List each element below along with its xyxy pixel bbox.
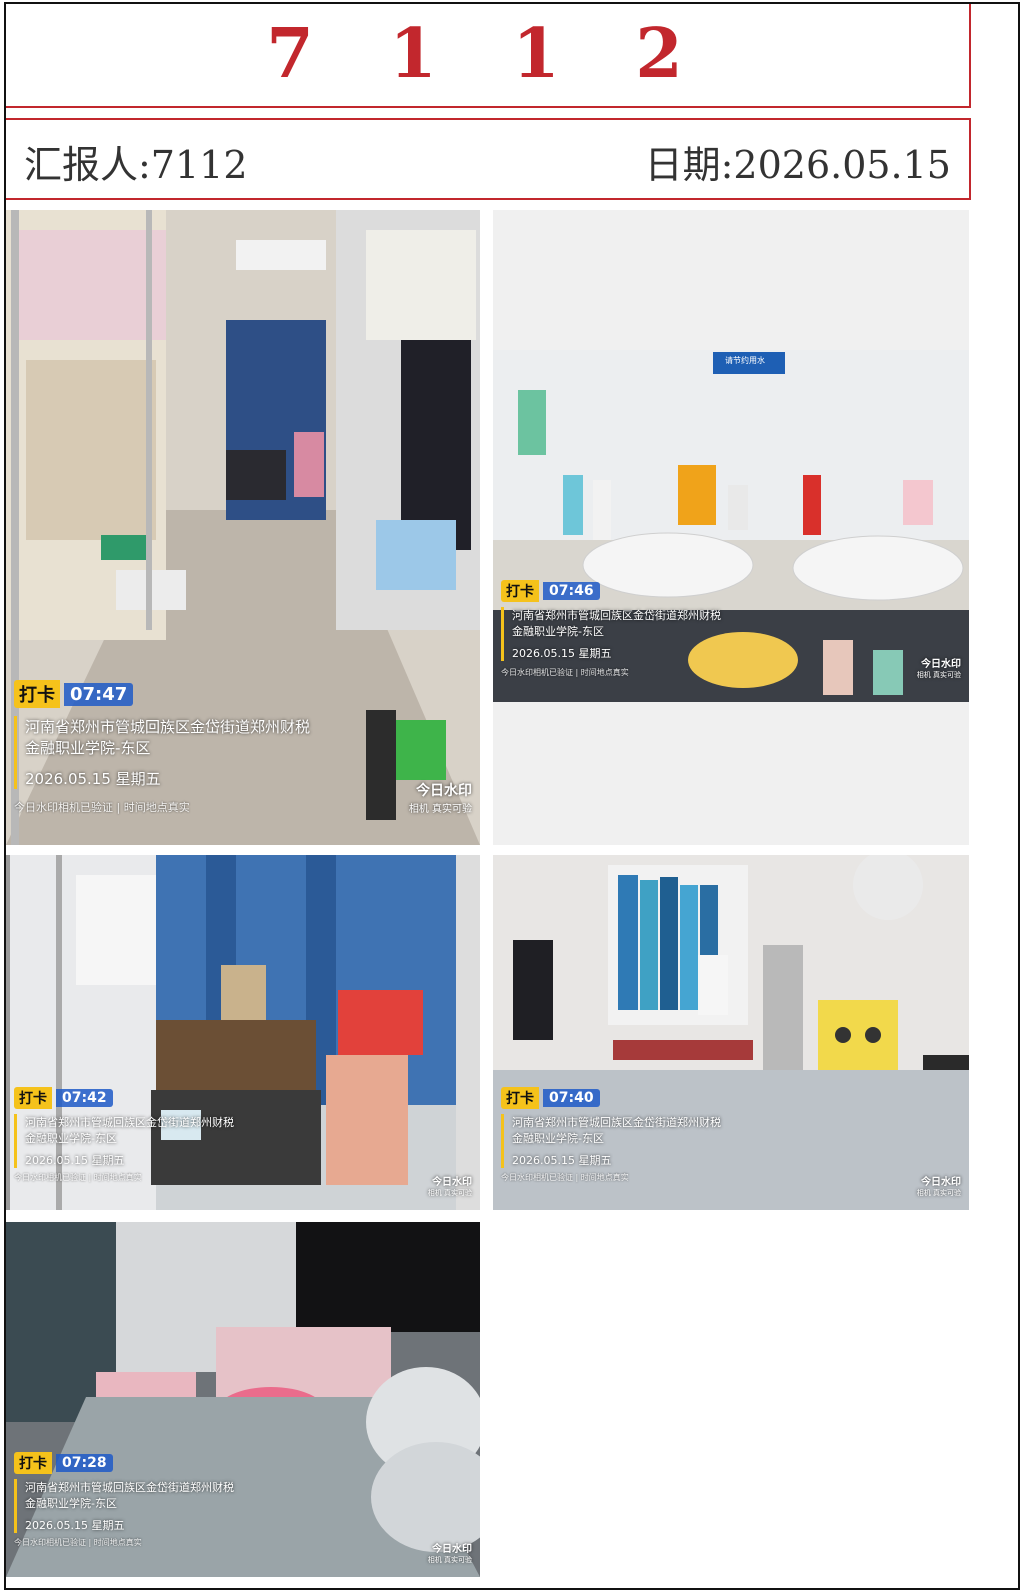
- checkin-address: 河南省郑州市管城回族区金岱街道郑州财税: [25, 1116, 234, 1129]
- photo-dorm-hallway: 打卡 07:47 河南省郑州市管城回族区金岱街道郑州财税 金融职业学院-东区 20…: [6, 210, 480, 845]
- brand-sub: 相机 真实可验: [427, 1189, 472, 1197]
- verify-note: 今日水印相机已验证 | 时间地点真实: [501, 1173, 629, 1182]
- checkin-address: 河南省郑州市管城回族区金岱街道郑州财税: [512, 609, 721, 622]
- checkin-date: 2026.05.15 星期五: [25, 770, 161, 788]
- watermark-info: 打卡 07:42 河南省郑州市管城回族区金岱街道郑州财税 金融职业学院-东区 20…: [14, 1087, 234, 1183]
- checkin-time: 07:42: [56, 1089, 113, 1107]
- page-title: 7 1 1 2: [266, 14, 709, 94]
- verify-note: 今日水印相机已验证 | 时间地点真实: [14, 801, 190, 814]
- photo-sinks: 请节约用水 打卡 07:46 河南省郑州市管城回族区金岱街道郑州财税 金融职业学院…: [493, 210, 969, 845]
- watermark-brand: 今日水印 相机 真实可验: [409, 780, 472, 815]
- brand-name: 今日水印: [432, 1544, 472, 1555]
- watermark-info: 打卡 07:46 河南省郑州市管城回族区金岱街道郑州财税 金融职业学院-东区 20…: [501, 580, 721, 678]
- watermark-info: 打卡 07:28 河南省郑州市管城回族区金岱街道郑州财税 金融职业学院-东区 20…: [14, 1452, 234, 1548]
- photo-sinks-image: [493, 350, 969, 702]
- verify-note: 今日水印相机已验证 | 时间地点真实: [14, 1538, 142, 1547]
- watermark-brand: 今日水印 相机 真实可验: [917, 1173, 961, 1198]
- checkin-date: 2026.05.15 星期五: [25, 1519, 125, 1532]
- checkin-address: 河南省郑州市管城回族区金岱街道郑州财税: [25, 718, 311, 736]
- brand-sub: 相机 真实可验: [916, 671, 961, 679]
- checkin-date: 2026.05.15 星期五: [512, 1154, 612, 1167]
- photo-bed: 打卡 07:28 河南省郑州市管城回族区金岱街道郑州财税 金融职业学院-东区 20…: [6, 1222, 480, 1577]
- date-label: 日期:2026.05.15: [644, 143, 951, 187]
- brand-sub: 相机 真实可验: [427, 1556, 472, 1564]
- checkin-time: 07:46: [543, 582, 600, 600]
- checkin-address-2: 金融职业学院-东区: [25, 739, 151, 757]
- brand-name: 今日水印: [432, 1177, 472, 1188]
- report-header: 7 1 1 2: [6, 4, 971, 108]
- watermark-brand: 今日水印 相机 真实可验: [428, 1540, 472, 1565]
- watermark-info: 打卡 07:47 河南省郑州市管城回族区金岱街道郑州财税 金融职业学院-东区 20…: [14, 680, 310, 815]
- brand-name: 今日水印: [416, 783, 472, 799]
- checkin-tag: 打卡: [14, 1087, 52, 1109]
- checkin-tag: 打卡: [14, 1452, 52, 1474]
- brand-name: 今日水印: [921, 659, 961, 670]
- checkin-time: 07:40: [543, 1089, 600, 1107]
- checkin-time: 07:47: [64, 682, 134, 706]
- checkin-address-2: 金融职业学院-东区: [25, 1497, 117, 1510]
- checkin-address-2: 金融职业学院-东区: [512, 625, 604, 638]
- checkin-date: 2026.05.15 星期五: [25, 1154, 125, 1167]
- report-info-bar: 汇报人:7112 日期:2026.05.15: [6, 118, 971, 200]
- photo-luggage: 打卡 07:42 河南省郑州市管城回族区金岱街道郑州财税 金融职业学院-东区 20…: [6, 855, 480, 1210]
- reporter-label: 汇报人:7112: [24, 143, 248, 187]
- brand-sub: 相机 真实可验: [408, 804, 472, 815]
- checkin-address: 河南省郑州市管城回族区金岱街道郑州财税: [512, 1116, 721, 1129]
- checkin-tag: 打卡: [14, 680, 60, 708]
- photo-desk: 打卡 07:40 河南省郑州市管城回族区金岱街道郑州财税 金融职业学院-东区 20…: [493, 855, 969, 1210]
- checkin-time: 07:28: [56, 1454, 113, 1472]
- watermark-info: 打卡 07:40 河南省郑州市管城回族区金岱街道郑州财税 金融职业学院-东区 20…: [501, 1087, 721, 1183]
- verify-note: 今日水印相机已验证 | 时间地点真实: [14, 1173, 142, 1182]
- checkin-date: 2026.05.15 星期五: [512, 647, 612, 660]
- verify-note: 今日水印相机已验证 | 时间地点真实: [501, 668, 629, 677]
- watermark-brand: 今日水印 相机 真实可验: [428, 1173, 472, 1198]
- conserve-water-sign: 请节约用水: [725, 356, 765, 365]
- brand-sub: 相机 真实可验: [916, 1189, 961, 1197]
- brand-name: 今日水印: [921, 1177, 961, 1188]
- checkin-address-2: 金融职业学院-东区: [25, 1132, 117, 1145]
- watermark-brand: 今日水印 相机 真实可验: [917, 655, 961, 680]
- checkin-address-2: 金融职业学院-东区: [512, 1132, 604, 1145]
- checkin-tag: 打卡: [501, 580, 539, 602]
- checkin-address: 河南省郑州市管城回族区金岱街道郑州财税: [25, 1481, 234, 1494]
- checkin-tag: 打卡: [501, 1087, 539, 1109]
